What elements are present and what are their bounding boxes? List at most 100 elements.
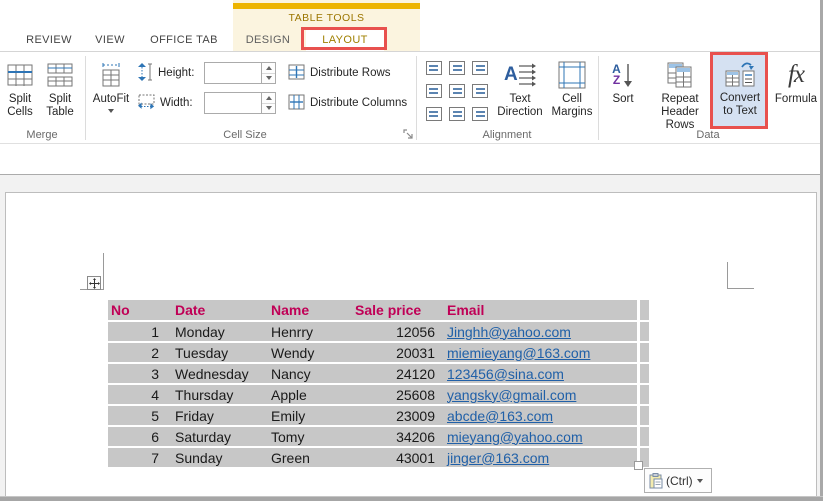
width-label: Width: — [160, 97, 193, 109]
convert-to-text-annotation — [710, 52, 768, 129]
cell-price: 43001 — [352, 450, 444, 466]
row-end-marker — [640, 364, 649, 383]
sort-button[interactable]: AZ Sort — [604, 57, 642, 106]
split-cells-icon — [7, 57, 33, 93]
text-direction-button[interactable]: A Text Direction — [494, 57, 546, 119]
email-link[interactable]: yangsky@gmail.com — [447, 387, 576, 403]
email-link[interactable]: jinger@163.com — [447, 450, 549, 466]
right-margin-corner-mark — [727, 288, 754, 289]
cell-no: 1 — [108, 324, 172, 340]
repeat-header-rows-button[interactable]: Repeat Header Rows — [648, 57, 712, 132]
cell-price: 20031 — [352, 345, 444, 361]
align-bottom-center-button[interactable] — [447, 104, 467, 124]
ribbon-inner-divider — [0, 143, 823, 144]
move-arrows-icon — [89, 278, 100, 289]
width-spin-down[interactable] — [262, 104, 275, 114]
width-control: Width: — [138, 92, 193, 114]
email-link[interactable]: 123456@sina.com — [447, 366, 564, 382]
width-spinbox — [204, 92, 276, 114]
email-link[interactable]: abcde@163.com — [447, 408, 553, 424]
row-end-marker — [640, 385, 649, 404]
align-bottom-right-button[interactable] — [470, 104, 490, 124]
height-label: Height: — [158, 67, 194, 79]
group-divider — [416, 56, 417, 140]
cell-date: Tuesday — [172, 345, 268, 361]
formula-button[interactable]: fx Formula — [772, 57, 820, 106]
paste-options-button[interactable]: (Ctrl) — [644, 468, 712, 493]
autofit-button[interactable]: AutoFit — [88, 57, 134, 113]
height-spin-up[interactable] — [262, 63, 275, 74]
align-center-right-button[interactable] — [470, 81, 490, 101]
width-spin-up[interactable] — [262, 93, 275, 104]
cell-email: miemieyang@163.com — [444, 345, 637, 361]
tab-design[interactable]: DESIGN — [240, 29, 296, 52]
cell-price: 12056 — [352, 324, 444, 340]
height-spin-down[interactable] — [262, 74, 275, 84]
align-top-center-button[interactable] — [447, 58, 467, 78]
left-margin-corner-mark — [103, 253, 104, 289]
clipboard-icon — [649, 473, 663, 489]
height-spinner — [261, 63, 275, 83]
cell-date: Sunday — [172, 450, 268, 466]
align-center-left-button[interactable] — [424, 81, 444, 101]
table-header-email: Email — [444, 302, 637, 318]
paste-options-label: (Ctrl) — [666, 474, 693, 488]
table-move-handle[interactable] — [87, 276, 101, 290]
table-row: 1MondayHenrry12056Jinghh@yahoo.com — [108, 322, 637, 341]
cell-date: Wednesday — [172, 366, 268, 382]
right-margin-corner-mark — [727, 262, 728, 289]
cell-date: Saturday — [172, 429, 268, 445]
cell-no: 4 — [108, 387, 172, 403]
table-header-no: No — [108, 302, 172, 318]
cell-name: Tomy — [268, 429, 352, 445]
table-row: 3WednesdayNancy24120123456@sina.com — [108, 364, 637, 383]
table-resize-handle[interactable] — [634, 461, 643, 470]
sort-icon: AZ — [612, 57, 634, 93]
height-input[interactable] — [205, 63, 261, 83]
split-table-button[interactable]: Split Table — [40, 57, 80, 119]
group-divider — [85, 56, 86, 140]
cell-name: Nancy — [268, 366, 352, 382]
table-tools-accent-bar — [233, 3, 420, 9]
cell-margins-button[interactable]: Cell Margins — [548, 57, 596, 119]
cell-price: 25608 — [352, 387, 444, 403]
cell-name: Emily — [268, 408, 352, 424]
align-top-left-button[interactable] — [424, 58, 444, 78]
layout-tab-annotation — [301, 27, 387, 50]
autofit-icon — [100, 57, 122, 93]
email-link[interactable]: mieyang@yahoo.com — [447, 429, 583, 445]
email-link[interactable]: miemieyang@163.com — [447, 345, 590, 361]
tab-view[interactable]: VIEW — [88, 29, 132, 52]
tab-bar-divider — [0, 51, 823, 52]
width-spinner — [261, 93, 275, 113]
distribute-rows-icon — [288, 64, 305, 83]
table-tools-title: TABLE TOOLS — [233, 12, 420, 24]
width-input[interactable] — [205, 93, 261, 113]
distribute-columns-button[interactable]: Distribute Columns — [288, 92, 407, 114]
cell-price: 23009 — [352, 408, 444, 424]
cell-email: jinger@163.com — [444, 450, 637, 466]
align-top-right-button[interactable] — [470, 58, 490, 78]
split-cells-button[interactable]: Split Cells — [2, 57, 38, 119]
autofit-dropdown-arrow — [108, 109, 114, 113]
text-direction-a-glyph: A — [504, 64, 518, 85]
cell-price: 24120 — [352, 366, 444, 382]
cell-no: 3 — [108, 366, 172, 382]
distribute-columns-icon — [288, 94, 305, 113]
email-link[interactable]: Jinghh@yahoo.com — [447, 324, 571, 340]
row-end-markers — [640, 300, 649, 467]
row-end-marker — [640, 406, 649, 425]
align-center-button[interactable] — [447, 81, 467, 101]
cell-margins-icon — [558, 57, 586, 93]
row-end-marker — [640, 322, 649, 341]
tab-review[interactable]: REVIEW — [18, 29, 80, 52]
tab-office-tab[interactable]: OFFICE TAB — [142, 29, 226, 52]
distribute-rows-button[interactable]: Distribute Rows — [288, 62, 391, 84]
row-end-marker — [640, 343, 649, 362]
align-bottom-left-button[interactable] — [424, 104, 444, 124]
cell-no: 2 — [108, 345, 172, 361]
cell-email: 123456@sina.com — [444, 366, 637, 382]
cell-size-group-label: Cell Size — [86, 129, 404, 141]
misspelled-word: Tomy — [271, 429, 304, 445]
height-spinbox — [204, 62, 276, 84]
